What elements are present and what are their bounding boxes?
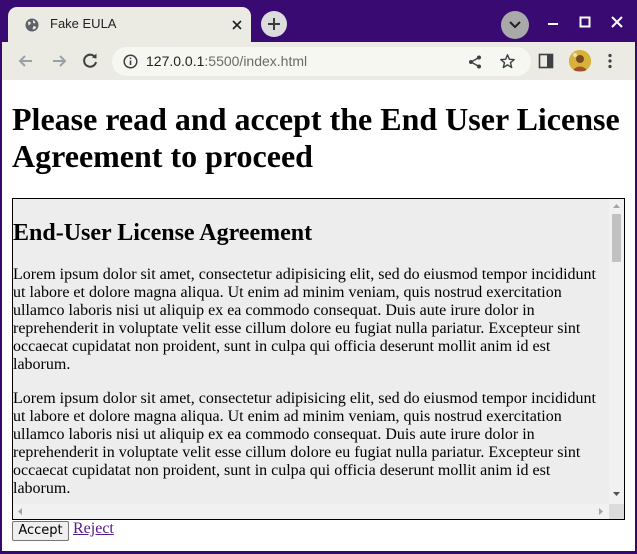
- page-viewport: Please read and accept the End User Lice…: [2, 80, 635, 551]
- horizontal-scrollbar[interactable]: [13, 504, 609, 519]
- minimize-button[interactable]: [543, 12, 563, 32]
- url-host: 127.0.0.1: [146, 53, 205, 69]
- back-button[interactable]: [15, 50, 37, 72]
- tab-title: Fake EULA: [50, 16, 117, 31]
- eula-paragraph: Lorem ipsum dolor sit amet, consectetur …: [13, 390, 596, 497]
- info-icon[interactable]: [123, 54, 138, 73]
- close-icon[interactable]: [230, 17, 244, 31]
- scroll-down-arrow-icon: [613, 492, 620, 496]
- accept-button[interactable]: Accept: [12, 521, 69, 541]
- browser-toolbar: 127.0.0.1:5500/index.html: [2, 42, 635, 80]
- share-icon[interactable]: [467, 54, 483, 74]
- maximize-button[interactable]: [575, 12, 595, 32]
- globe-icon: [25, 17, 39, 32]
- chevron-down-icon: [509, 21, 521, 29]
- forward-button[interactable]: [48, 50, 70, 72]
- reject-link[interactable]: Reject: [73, 520, 114, 538]
- url-text[interactable]: 127.0.0.1:5500/index.html: [146, 53, 307, 69]
- star-icon[interactable]: [499, 53, 516, 74]
- scroll-up-arrow-icon: [613, 204, 620, 208]
- browser-window: Fake EULA 127.0.0.1:5500/index.html Plea…: [0, 0, 637, 554]
- url-path: :5500/index.html: [204, 53, 308, 69]
- page-title: Please read and accept the End User Lice…: [12, 101, 620, 174]
- tab-search-button[interactable]: [501, 11, 529, 39]
- scroll-left-arrow-icon: [18, 508, 22, 515]
- minimize-icon: [548, 23, 558, 25]
- eula-scroll-box[interactable]: End-User License Agreement Lorem ipsum d…: [12, 198, 625, 520]
- eula-content: End-User License Agreement Lorem ipsum d…: [13, 199, 609, 504]
- reload-icon: [83, 53, 97, 68]
- menu-icon[interactable]: [607, 53, 613, 73]
- scrollbar-corner: [609, 504, 624, 519]
- close-icon: [611, 16, 623, 28]
- scroll-right-arrow-icon: [599, 508, 603, 515]
- new-tab-button[interactable]: [261, 11, 287, 37]
- back-icon: [18, 55, 32, 67]
- vertical-scrollbar[interactable]: [609, 199, 624, 504]
- tab-strip: Fake EULA: [0, 0, 637, 42]
- window-close-button[interactable]: [607, 12, 627, 32]
- maximize-icon: [579, 16, 591, 28]
- eula-heading: End-User License Agreement: [13, 220, 313, 246]
- plus-icon: [268, 18, 280, 30]
- forward-icon: [53, 55, 67, 67]
- eula-paragraph: Lorem ipsum dolor sit amet, consectetur …: [13, 266, 596, 373]
- vertical-scrollbar-thumb[interactable]: [612, 214, 621, 262]
- tab-fake-eula[interactable]: Fake EULA: [8, 7, 251, 42]
- side-panel-icon[interactable]: [538, 53, 554, 73]
- address-bar[interactable]: 127.0.0.1:5500/index.html: [112, 47, 531, 76]
- reload-button[interactable]: [79, 50, 101, 72]
- avatar[interactable]: [569, 50, 591, 72]
